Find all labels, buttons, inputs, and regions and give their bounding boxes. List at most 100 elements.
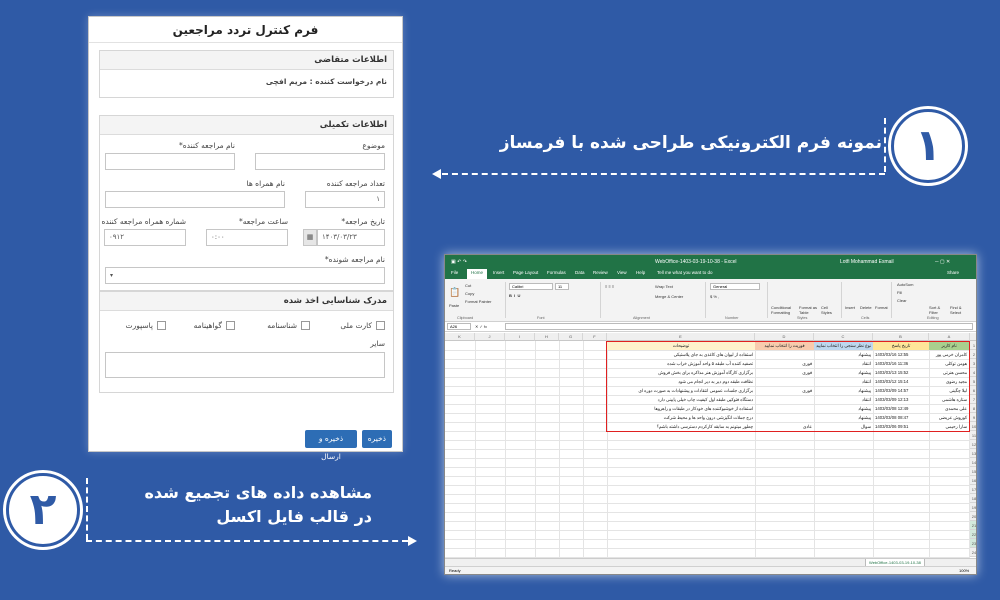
fill-button[interactable]: Fill bbox=[897, 290, 902, 295]
format-cells-button[interactable]: Format bbox=[875, 305, 888, 310]
row-number[interactable]: 20 bbox=[970, 512, 976, 521]
row-number[interactable]: 17 bbox=[970, 485, 976, 494]
visit-date-input[interactable]: ۱۴۰۳/۰۳/۲۳ bbox=[317, 229, 385, 246]
align-icon[interactable]: ≡ ≡ ≡ bbox=[605, 284, 614, 289]
tab-insert[interactable]: Insert bbox=[493, 270, 504, 275]
driving-license-checkbox[interactable] bbox=[226, 321, 235, 330]
cell-styles-button[interactable]: Cell Styles bbox=[821, 305, 839, 315]
ribbon-separator bbox=[767, 282, 768, 318]
column-header[interactable]: C bbox=[814, 333, 873, 341]
row-number[interactable]: 15 bbox=[970, 467, 976, 476]
format-as-table-button[interactable]: Format as Table bbox=[799, 305, 819, 315]
tab-file[interactable]: File bbox=[451, 270, 458, 275]
fx-icon: ✕ ✓ fx bbox=[475, 324, 488, 329]
column-header[interactable]: A bbox=[929, 333, 970, 341]
spreadsheet-grid[interactable]: A B C D E F G H I J K 1 2 3 4 5 6 7 8 9 10 11 12 13 1… bbox=[445, 333, 976, 560]
column-header[interactable]: G bbox=[559, 333, 583, 341]
cut-button[interactable]: Cut bbox=[465, 283, 471, 288]
tab-page-layout[interactable]: Page Layout bbox=[513, 270, 538, 275]
row-number[interactable]: 23 bbox=[970, 539, 976, 548]
row-number[interactable]: 19 bbox=[970, 503, 976, 512]
row-number[interactable]: 24 bbox=[970, 548, 976, 557]
save-send-button[interactable]: ذخیره و ارسال bbox=[305, 430, 357, 461]
subject-input[interactable] bbox=[255, 153, 385, 170]
column-header[interactable]: I bbox=[505, 333, 535, 341]
clear-button[interactable]: Clear bbox=[897, 298, 907, 303]
tab-view[interactable]: View bbox=[617, 270, 627, 275]
requester-label: نام درخواست کننده : مریم افچی bbox=[265, 77, 387, 86]
row-number[interactable]: 3 bbox=[970, 359, 976, 368]
calendar-icon[interactable]: ▦ bbox=[303, 229, 317, 246]
tab-home[interactable]: Home bbox=[467, 269, 488, 279]
tab-review[interactable]: Review bbox=[593, 270, 608, 275]
font-name-select[interactable]: Calibri bbox=[509, 283, 553, 290]
applicant-section: اطلاعات متقاضی نام درخواست کننده : مریم … bbox=[99, 50, 394, 98]
tab-formulas[interactable]: Formulas bbox=[547, 270, 566, 275]
row-number[interactable]: 10 bbox=[970, 422, 976, 431]
paste-icon[interactable]: 📋 bbox=[449, 287, 460, 298]
tell-me-search[interactable]: Tell me what you want to do bbox=[657, 270, 713, 275]
host-name-select[interactable]: ▾ bbox=[105, 267, 385, 284]
delete-cells-button[interactable]: Delete bbox=[860, 305, 872, 310]
birth-certificate-checkbox[interactable] bbox=[301, 321, 310, 330]
visitor-name-input[interactable] bbox=[105, 153, 235, 170]
name-box[interactable]: A26 bbox=[447, 323, 471, 330]
autosum-button[interactable]: AutoSum bbox=[897, 282, 913, 287]
share-button[interactable]: Share bbox=[947, 270, 959, 275]
font-size-select[interactable]: 11 bbox=[555, 283, 569, 290]
row-number[interactable]: 13 bbox=[970, 449, 976, 458]
row-number[interactable]: 7 bbox=[970, 395, 976, 404]
row-number[interactable]: 14 bbox=[970, 458, 976, 467]
bold-icon[interactable]: B I U bbox=[509, 293, 520, 298]
passport-checkbox[interactable] bbox=[157, 321, 166, 330]
column-header[interactable]: J bbox=[475, 333, 505, 341]
other-textarea[interactable] bbox=[105, 352, 385, 378]
row-number[interactable]: 8 bbox=[970, 404, 976, 413]
find-select-button[interactable]: Find & Select bbox=[950, 305, 970, 315]
row-number[interactable]: 4 bbox=[970, 368, 976, 377]
row-number[interactable]: 21 bbox=[970, 521, 976, 530]
row-number[interactable]: 6 bbox=[970, 386, 976, 395]
companion-count-input[interactable]: ۱ bbox=[305, 191, 385, 208]
zoom-level[interactable]: 100% bbox=[959, 567, 969, 574]
passport-label: پاسپورت bbox=[125, 321, 153, 330]
number-format-select[interactable]: General bbox=[710, 283, 760, 290]
row-number[interactable]: 9 bbox=[970, 413, 976, 422]
sort-filter-button[interactable]: Sort & Filter bbox=[929, 305, 949, 315]
row-number[interactable]: 12 bbox=[970, 440, 976, 449]
copy-button[interactable]: Copy bbox=[465, 291, 474, 296]
window-controls-icon[interactable]: ─ ▢ ✕ bbox=[935, 259, 950, 265]
paste-button[interactable]: Paste bbox=[449, 303, 459, 308]
save-button[interactable]: ذخیره bbox=[362, 430, 392, 448]
row-number[interactable]: 18 bbox=[970, 494, 976, 503]
currency-icon[interactable]: $ % , bbox=[710, 294, 719, 299]
companion-names-input[interactable] bbox=[105, 191, 285, 208]
row-number[interactable]: 16 bbox=[970, 476, 976, 485]
row-number[interactable]: 11 bbox=[970, 431, 976, 440]
save-icon[interactable]: ▣ ↶ ↷ bbox=[451, 259, 467, 265]
row-number[interactable]: 5 bbox=[970, 377, 976, 386]
merge-center-button[interactable]: Merge & Center bbox=[655, 294, 683, 299]
column-header[interactable]: D bbox=[755, 333, 814, 341]
insert-cells-button[interactable]: Insert bbox=[845, 305, 855, 310]
conditional-formatting-button[interactable]: Conditional Formatting bbox=[771, 305, 797, 315]
row-number[interactable]: 22 bbox=[970, 530, 976, 539]
column-header[interactable]: H bbox=[535, 333, 559, 341]
tab-help[interactable]: Help bbox=[636, 270, 645, 275]
id-section: مدرک شناسایی اخذ شده کارت ملی شناسنامه گ… bbox=[99, 291, 394, 393]
column-header[interactable]: B bbox=[873, 333, 929, 341]
formula-input[interactable] bbox=[505, 323, 973, 330]
national-card-checkbox[interactable] bbox=[376, 321, 385, 330]
row-number[interactable]: 1 bbox=[970, 341, 976, 350]
format-painter-button[interactable]: Format Painter bbox=[465, 299, 491, 304]
driving-license-label: گواهینامه bbox=[193, 321, 222, 330]
row-number[interactable]: 2 bbox=[970, 350, 976, 359]
column-header[interactable]: K bbox=[445, 333, 475, 341]
column-header[interactable]: F bbox=[583, 333, 607, 341]
tab-data[interactable]: Data bbox=[575, 270, 585, 275]
companion-phone-input[interactable]: ۰۹۱۲ bbox=[104, 229, 186, 246]
select-all-corner[interactable] bbox=[970, 333, 976, 341]
wrap-text-button[interactable]: Wrap Text bbox=[655, 284, 673, 289]
column-header[interactable]: E bbox=[607, 333, 755, 341]
visit-time-input[interactable]: ۰:۰۰ bbox=[206, 229, 288, 246]
